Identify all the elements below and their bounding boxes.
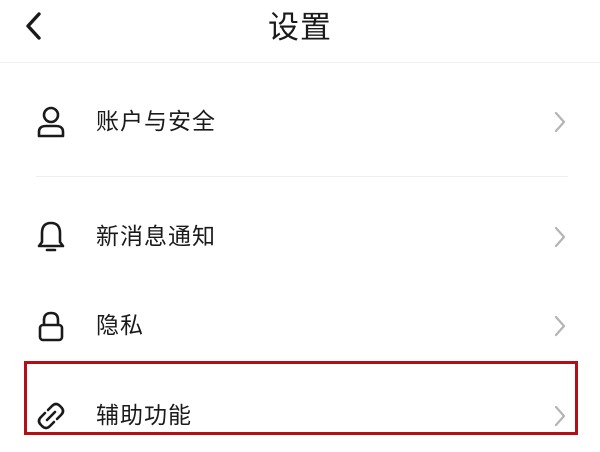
settings-item-notifications[interactable]: 新消息通知: [0, 201, 600, 273]
page-title: 设置: [268, 10, 332, 46]
settings-item-label: 隐私: [96, 313, 144, 339]
section-divider: [36, 176, 568, 177]
bell-icon: [34, 220, 68, 254]
highlight-box: [24, 361, 578, 435]
chevron-right-icon: [550, 222, 570, 252]
settings-item-label: 新消息通知: [96, 224, 216, 250]
settings-item-privacy[interactable]: 隐私: [0, 290, 600, 362]
chevron-right-icon: [550, 311, 570, 341]
settings-item-account-security[interactable]: 账户与安全: [0, 86, 600, 158]
settings-item-label: 账户与安全: [96, 109, 216, 135]
chevron-right-icon: [550, 107, 570, 137]
user-icon: [34, 105, 68, 139]
lock-icon: [34, 309, 68, 343]
top-bar: 设置: [0, 0, 600, 63]
